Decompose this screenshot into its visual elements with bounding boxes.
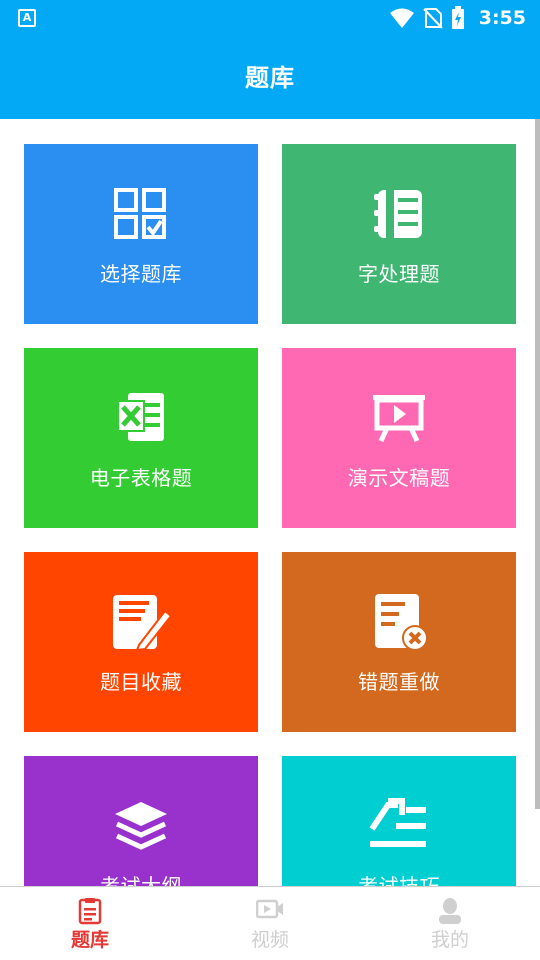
app-badge-icon: A	[18, 9, 36, 27]
tile-label: 考试技巧	[358, 874, 440, 886]
no-sim-icon	[423, 8, 443, 29]
nav-label: 视频	[250, 929, 289, 951]
note-edit-icon	[109, 592, 173, 652]
layers-icon	[109, 796, 173, 856]
excel-sheet-icon	[109, 388, 173, 448]
tile-exam-syllabus[interactable]: 考试大纲	[24, 756, 258, 886]
tile-label: 演示文稿题	[347, 466, 451, 490]
checkbox-grid-icon	[109, 184, 173, 244]
tile-label: 选择题库	[100, 262, 182, 286]
nav-tab-profile[interactable]: 我的	[390, 887, 510, 960]
bookmark-book-icon	[367, 184, 431, 244]
user-icon	[436, 897, 464, 924]
video-icon	[256, 897, 284, 923]
nav-label: 题库	[70, 929, 109, 951]
clock: 3:55	[478, 7, 526, 29]
scrollbar[interactable]	[535, 119, 540, 809]
nav-tab-video[interactable]: 视频	[210, 887, 330, 960]
battery-charging-icon	[451, 6, 464, 29]
tile-label: 电子表格题	[89, 466, 193, 490]
tile-label: 题目收藏	[100, 670, 182, 694]
nav-tab-question-bank[interactable]: 题库	[30, 887, 150, 960]
nav-label: 我的	[430, 929, 469, 951]
tile-redo-mistakes[interactable]: 错题重做	[282, 552, 516, 732]
tile-exam-tips[interactable]: 考试技巧	[282, 756, 516, 886]
tile-label: 字处理题	[358, 262, 440, 286]
tile-word-processing[interactable]: 字处理题	[282, 144, 516, 324]
tile-grid[interactable]: 选择题库 字处理题 电子表格题 演示文稿题 题目收藏 错题重做 考试大纲 考试技…	[0, 119, 540, 886]
presentation-play-icon	[367, 388, 431, 448]
bottom-nav: 题库 视频 我的	[0, 886, 540, 960]
tile-spreadsheet[interactable]: 电子表格题	[24, 348, 258, 528]
tile-favorites[interactable]: 题目收藏	[24, 552, 258, 732]
app-bar: 题库	[0, 36, 540, 119]
tile-label: 错题重做	[358, 670, 440, 694]
tips-list-icon	[367, 796, 431, 856]
page-title: 题库	[245, 64, 295, 92]
question-bank-icon	[76, 897, 104, 925]
status-bar: A 3:55	[0, 0, 540, 36]
document-error-icon	[367, 592, 431, 652]
tile-choice-questions[interactable]: 选择题库	[24, 144, 258, 324]
wifi-icon	[389, 8, 414, 28]
status-icons: 3:55	[389, 6, 526, 30]
tile-presentation[interactable]: 演示文稿题	[282, 348, 516, 528]
tile-label: 考试大纲	[100, 874, 182, 886]
